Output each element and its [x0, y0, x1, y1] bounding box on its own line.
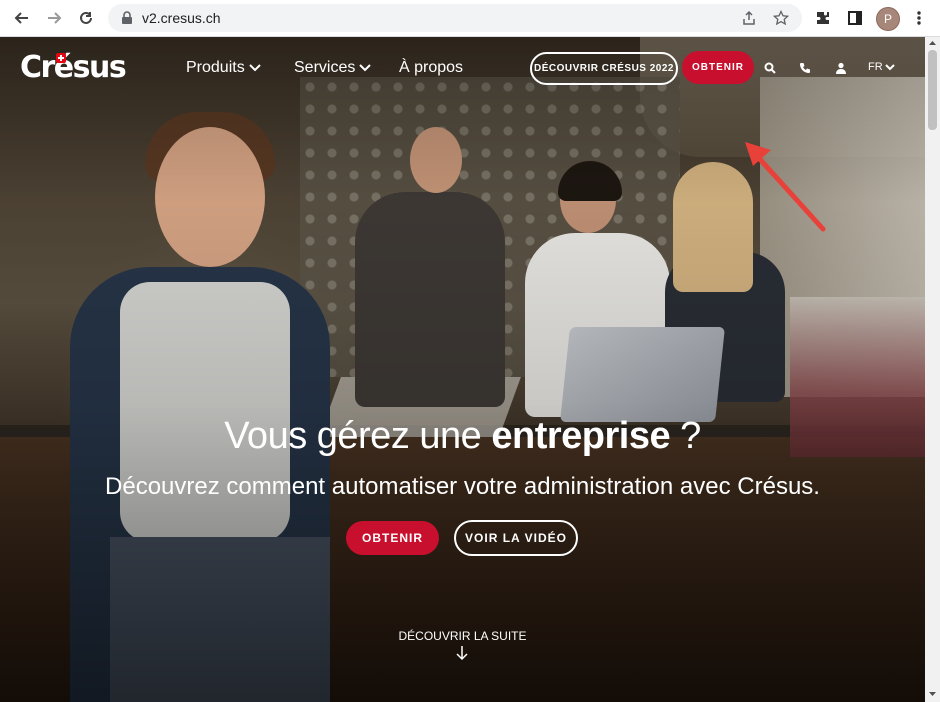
chevron-down-icon: [884, 63, 895, 70]
nav-apropos-label: À propos: [399, 59, 464, 76]
profile-avatar[interactable]: P: [876, 7, 900, 31]
share-icon[interactable]: [740, 9, 758, 27]
nav-services-label: Services: [294, 59, 356, 76]
lock-icon[interactable]: [118, 9, 136, 27]
discover-cresus-2022-button[interactable]: DÉCOUVRIR CRÉSUS 2022: [530, 52, 678, 85]
language-selector[interactable]: FR: [868, 61, 895, 73]
hero-subheadline: Découvrez comment automatiser votre admi…: [105, 473, 820, 500]
back-icon[interactable]: [10, 6, 34, 30]
user-icon[interactable]: [833, 60, 849, 76]
browser-toolbar: v2.cresus.ch P: [0, 0, 940, 37]
obtain-header-button[interactable]: OBTENIR: [682, 51, 754, 84]
headline-prefix: Vous gérez une: [224, 415, 492, 457]
annotation-arrow-icon: [745, 142, 826, 232]
hero-headline: Vous gérez une entreprise ?: [0, 415, 925, 458]
nav-apropos[interactable]: À propos: [399, 59, 463, 77]
nav-produits[interactable]: Produits: [186, 59, 261, 77]
scrollbar-thumb[interactable]: [928, 50, 937, 130]
bookmark-star-icon[interactable]: [772, 9, 790, 27]
swiss-cross-icon: [56, 53, 66, 63]
obtain-hero-button[interactable]: OBTENIR: [346, 521, 439, 555]
vertical-scrollbar[interactable]: [925, 37, 940, 702]
side-panel-icon[interactable]: [843, 6, 867, 30]
scroll-down-icon[interactable]: [928, 690, 937, 698]
discover-more-link[interactable]: DÉCOUVRIR LA SUITE: [0, 629, 925, 643]
chevron-down-icon: [359, 64, 372, 72]
language-label: FR: [868, 61, 883, 73]
scroll-up-icon[interactable]: [928, 39, 937, 47]
kebab-menu-icon[interactable]: [907, 6, 931, 30]
headline-suffix: ?: [670, 415, 701, 457]
cresus-logo[interactable]: Crésus: [20, 50, 127, 85]
extensions-icon[interactable]: [811, 6, 835, 30]
page-viewport: Crésus Produits Services À propos DÉCOUV…: [0, 37, 925, 702]
nav-produits-label: Produits: [186, 59, 245, 76]
headline-bold: entreprise: [491, 415, 671, 457]
address-bar[interactable]: v2.cresus.ch: [108, 4, 802, 32]
url-text: v2.cresus.ch: [142, 10, 221, 26]
search-icon[interactable]: [762, 60, 778, 76]
reload-icon[interactable]: [74, 6, 98, 30]
phone-icon[interactable]: [797, 60, 813, 76]
forward-icon[interactable]: [42, 6, 66, 30]
chevron-down-icon: [248, 64, 261, 72]
nav-services[interactable]: Services: [294, 59, 372, 77]
arrow-down-icon[interactable]: [455, 645, 469, 661]
watch-video-button[interactable]: VOIR LA VIDÉO: [454, 520, 578, 556]
